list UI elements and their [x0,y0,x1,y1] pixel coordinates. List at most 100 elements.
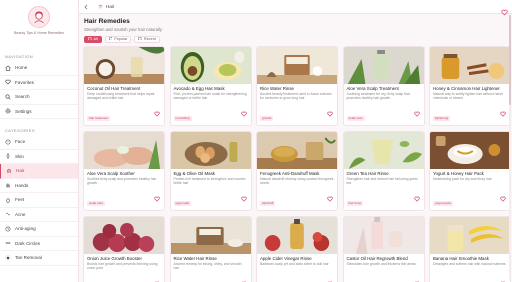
remedy-image [84,132,164,169]
remedy-card[interactable]: Egg & Olive Oil Mask Protein-rich treatme… [169,131,252,211]
category-item-label: Hands [15,182,29,188]
remedy-card[interactable]: Castor Oil Hair Regrowth Blend Stimulates… [342,216,425,282]
favorite-heart-icon[interactable] [154,274,160,282]
favorite-heart-icon[interactable] [240,104,247,122]
favorite-heart-icon[interactable] [500,274,506,282]
favorite-heart-icon[interactable] [413,189,420,207]
remedy-card[interactable]: Apple Cider Vinegar Rinse Balances scalp … [256,216,338,282]
search-icon [5,94,11,100]
nav-item-favorites[interactable]: Favorites [0,76,78,90]
acne-icon [5,211,11,217]
remedy-image [343,132,424,169]
favorite-heart-icon[interactable] [154,104,160,122]
hair-icon [6,168,12,174]
favorites-heart-icon[interactable] [501,3,508,21]
category-item-hair[interactable]: Hair [0,164,78,179]
favorite-heart-icon[interactable] [327,189,333,207]
categories-heading: CATEGORIES [5,128,35,133]
category-item-hands[interactable]: Hands [0,179,78,193]
filter-label: Popular [114,37,128,41]
remedy-image [84,47,164,84]
remedy-title: Aloe Vera Scalp Soother [87,171,135,176]
remedy-card[interactable]: Coconut Oil Hair Treatment Deep condition… [83,46,165,126]
scrollbar-thumb[interactable] [509,15,511,105]
nav-item-search[interactable]: Search [0,90,78,105]
clock-icon [138,36,142,43]
nav-item-settings[interactable]: Settings [0,105,78,119]
category-item-tan-removal[interactable]: Tan Removal [0,251,78,266]
remedy-image [170,47,251,84]
remedy-tag: nourishing [173,116,192,121]
remedy-tag: hair rinse [346,201,364,206]
breadcrumb-current: Hair [106,4,115,9]
remedy-card[interactable]: Fenugreek Anti-Dandruff Mask Natural dand… [256,131,338,211]
remedy-card[interactable]: Rice Water Hair Rinse Ancient remedy for … [169,216,252,282]
category-item-label: Anti-aging [15,226,36,232]
remedy-tag: dandruff [260,201,276,206]
remedy-description: Rich, protein-packed hair mask for stren… [173,92,247,100]
remedy-tag: growth [260,116,274,121]
category-item-label: Face [15,139,26,145]
remedy-card[interactable]: Green Tea Hair Rinse Strengthen hair and … [342,131,425,211]
remedy-image [170,217,251,254]
remedy-description: Detangles and softens hair with natural … [433,262,506,266]
face-icon [5,139,11,145]
remedy-card[interactable]: Onion Juice Growth Booster Boosts hair gr… [83,216,165,282]
remedy-description: Soothing treatment for dry, itchy scalp … [346,92,410,100]
remedy-tag: lightening [433,116,451,121]
favorite-heart-icon[interactable] [413,104,420,122]
filter-label: All [93,37,98,41]
favorite-heart-icon[interactable] [500,189,506,207]
remedy-tag: scalp care [87,201,106,206]
tan-icon [5,255,11,261]
favorite-heart-icon[interactable] [241,274,247,282]
hand-icon [5,182,11,188]
remedy-card[interactable]: Aloe Vera Scalp Soother Soothes itchy sca… [83,131,165,211]
remedy-title: Rice Water Rinse [260,86,294,91]
nav-item-label: Settings [15,108,32,114]
category-item-anti-aging[interactable]: Anti-aging [0,222,78,237]
favorite-heart-icon[interactable] [414,274,420,282]
category-item-acne[interactable]: Acne [0,208,78,222]
filter-popular[interactable]: Popular [104,36,132,43]
remedy-title: Aloe Vera Scalp Treatment [346,86,399,91]
dark-circles-icon [5,240,11,246]
remedy-image [343,47,424,84]
remedy-tag: scalp care [346,116,365,121]
remedy-image [257,217,337,254]
back-arrow-icon[interactable] [83,4,89,10]
category-item-dark-circles[interactable]: Dark Circles [0,237,78,251]
remedy-title: Honey & Cinnamon Hair Lightener [433,86,500,91]
remedy-card[interactable]: Honey & Cinnamon Hair Lightener Natural w… [429,46,511,126]
remedy-card[interactable]: Avocado & Egg Hair Mask Rich, protein-pac… [169,46,252,126]
filter-all[interactable]: All [84,36,102,43]
remedy-card[interactable]: Aloe Vera Scalp Treatment Soothing treatm… [342,46,425,126]
star-icon [108,36,113,43]
remedy-description: Ancient beauty treatment used in Asian c… [260,92,332,100]
remedy-card[interactable]: Banana Hair Smoothie Mask Detangles and s… [429,216,511,282]
category-item-skin[interactable]: Skin [0,150,78,164]
favorite-heart-icon[interactable] [154,189,160,207]
filter-bar: All Popular Recent [84,36,507,43]
category-item-face[interactable]: Face [0,135,78,150]
favorite-heart-icon[interactable] [327,104,333,122]
brand-logo[interactable] [28,6,50,28]
remedy-title: Avocado & Egg Hair Mask [173,86,225,91]
remedy-tag: yogurt pack [433,201,453,206]
remedy-tag: hair treatment [87,116,111,121]
category-item-feet[interactable]: Feet [0,193,78,208]
anti-aging-icon [5,226,11,232]
remedy-description: Stimulates hair growth and thickens thin… [346,262,416,266]
remedy-card[interactable]: Yogurt & Honey Hair Pack Moisturizing pac… [429,131,511,211]
favorite-heart-icon[interactable] [240,189,247,207]
category-item-label: Hair [16,168,25,174]
filter-recent[interactable]: Recent [134,36,160,43]
category-item-label: Tan Removal [15,255,42,261]
favorite-heart-icon[interactable] [500,104,506,122]
favorite-heart-icon[interactable] [327,274,333,282]
nav-item-home[interactable]: Home [0,61,78,76]
remedy-card[interactable]: Rice Water Rinse Ancient beauty treatment… [256,46,338,126]
page-header: Hair Remedies Strengthen and nourish you… [79,14,512,43]
woman-face-icon [34,11,44,24]
remedy-description: Balances scalp pH and adds shine to dull… [260,262,329,266]
